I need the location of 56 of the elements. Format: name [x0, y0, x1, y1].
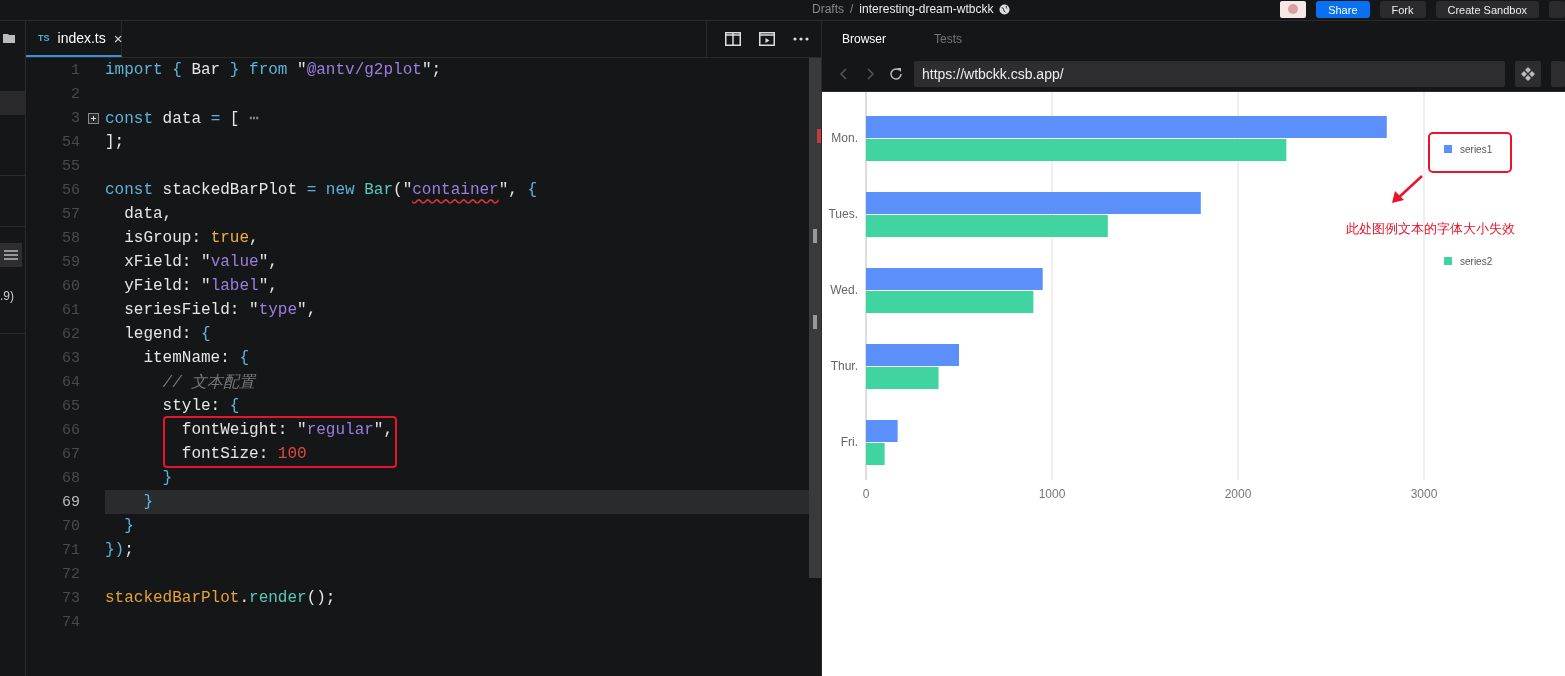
code-line: yField: "label", — [123, 277, 278, 295]
preview-icon[interactable] — [759, 32, 775, 46]
code-line: import { Bar } from "@antv/g2plot"; — [105, 61, 442, 79]
breadcrumb: / — [850, 2, 854, 16]
menu-icon[interactable] — [0, 243, 22, 267]
preview-tab[interactable]: Browser — [842, 32, 886, 46]
toolbar-button[interactable]: Fork — [1379, 1, 1426, 18]
axis-label: Mon. — [831, 131, 858, 145]
code-line: } — [161, 469, 173, 487]
split-view-icon[interactable] — [725, 32, 741, 46]
avatar[interactable] — [1280, 1, 1307, 18]
code-line: const data = [ ⋯ — [105, 109, 259, 128]
axis-label: 0 — [862, 487, 870, 501]
code-line: } — [142, 493, 153, 511]
axis-label: Tues. — [828, 207, 858, 221]
code-line: }); — [105, 541, 134, 559]
devtools-button[interactable] — [1515, 61, 1541, 87]
annotation-text: 此处图例文本的字体大小失效 — [1346, 220, 1515, 238]
axis-label: Wed. — [830, 283, 858, 297]
code-line: ]; — [105, 133, 125, 151]
url-field[interactable]: https://wtbckk.csb.app/ — [914, 61, 1505, 87]
code-line: seriesField: "type", — [123, 301, 317, 319]
axis-label: Thur. — [830, 359, 858, 373]
expand-icon[interactable] — [88, 112, 99, 124]
axis-label: Fri. — [840, 435, 858, 449]
axis-label: 3000 — [1410, 487, 1438, 501]
line-number: 69 — [61, 493, 80, 511]
sidebar-text: .9) — [0, 289, 15, 303]
folder-icon[interactable] — [3, 33, 15, 43]
breadcrumb[interactable]: interesting-dream-wtbckk — [859, 2, 994, 16]
preview-tab[interactable]: Tests — [934, 32, 963, 46]
code-line: stackedBarPlot.render(); — [105, 589, 336, 607]
arrow-icon — [1390, 174, 1424, 204]
code-line: } — [123, 517, 134, 535]
code-line: data, — [123, 205, 173, 223]
breadcrumb[interactable]: Drafts — [812, 2, 844, 16]
legend-label: series1 — [1460, 144, 1493, 155]
legend-label: series2 — [1460, 256, 1493, 267]
code-line: itemName: { — [142, 349, 250, 367]
toolbar-button[interactable]: Create Sandbox — [1435, 1, 1539, 18]
refresh-icon[interactable] — [888, 66, 904, 82]
code-line: legend: { — [123, 325, 211, 343]
code-line: const stackedBarPlot = new Bar("container", { — [105, 181, 538, 199]
diamond-icon — [1520, 66, 1536, 82]
file-tab[interactable]: TS index.ts × — [26, 21, 122, 57]
code-line: xField: "value", — [123, 253, 278, 271]
toolbar-button[interactable]: Share — [1316, 1, 1370, 18]
code-line: isGroup: true, — [123, 229, 259, 247]
code-line: style: { — [161, 397, 240, 415]
globe-icon — [999, 3, 1011, 15]
code-line: fontWeight: "regular", — [180, 421, 394, 439]
axis-label: 1000 — [1038, 487, 1066, 501]
axis-label: 2000 — [1224, 487, 1252, 501]
code-line: // 文本配置 — [161, 372, 256, 393]
scrollbar[interactable] — [809, 58, 821, 578]
code-line: fontSize: 100 — [180, 445, 307, 463]
